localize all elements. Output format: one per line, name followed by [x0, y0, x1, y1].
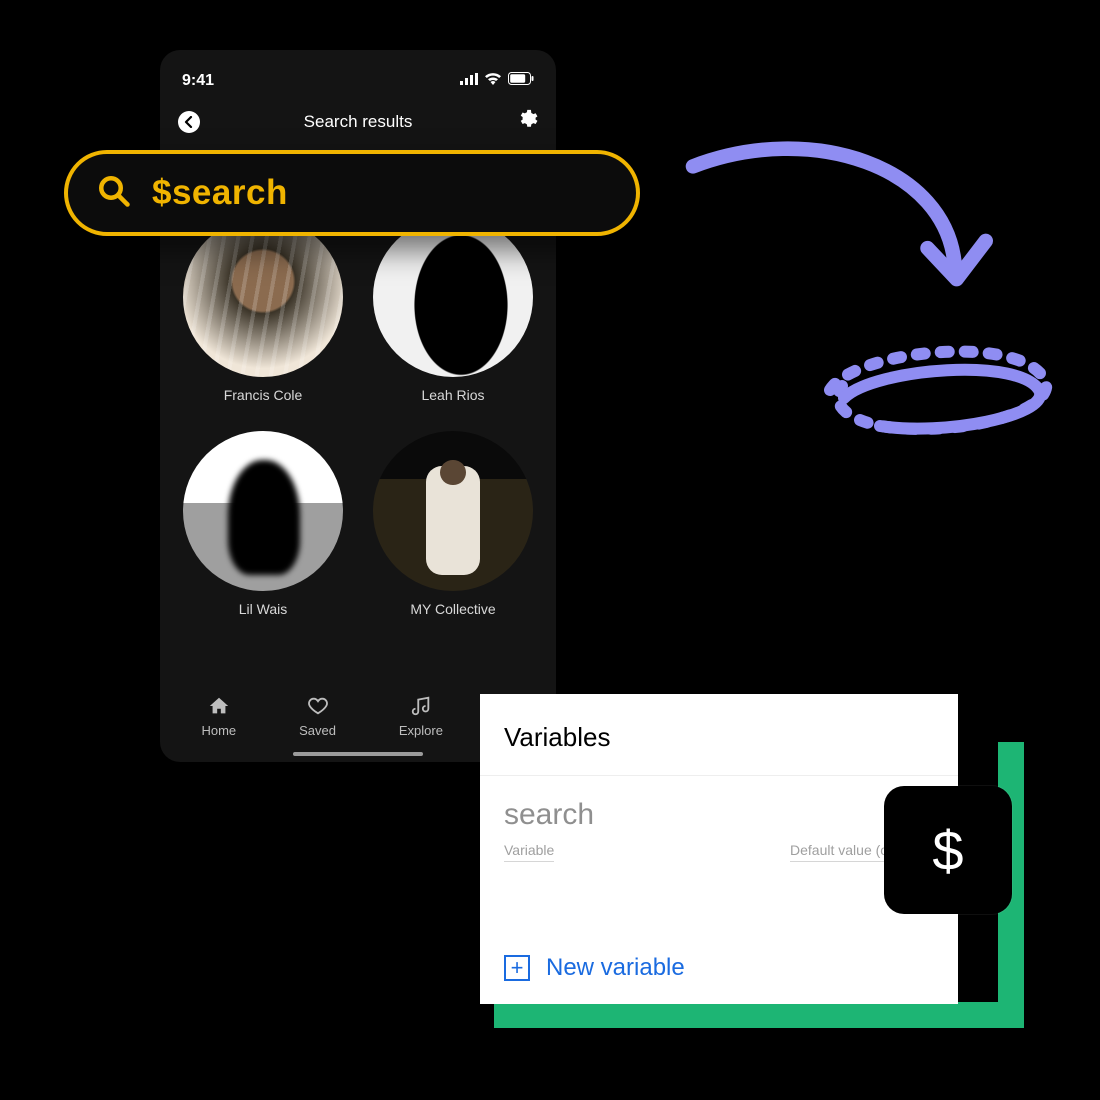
avatar — [373, 217, 533, 377]
artist-name: MY Collective — [410, 601, 495, 617]
tab-label: Explore — [399, 723, 443, 738]
dollar-icon: $ — [932, 818, 963, 883]
tab-home[interactable]: Home — [201, 695, 236, 738]
search-value: $search — [152, 173, 288, 213]
music-icon — [410, 695, 432, 717]
battery-icon — [508, 72, 534, 90]
new-variable-button[interactable]: + New variable — [504, 954, 934, 982]
variable-name-input[interactable]: search — [504, 798, 934, 832]
dollar-tile: $ — [884, 786, 1012, 914]
settings-button[interactable] — [516, 108, 538, 135]
variable-columns: Variable Default value (optional) — [504, 842, 934, 862]
artist-name: Lil Wais — [239, 601, 288, 617]
tab-saved[interactable]: Saved — [299, 695, 336, 738]
new-variable-label: New variable — [546, 954, 685, 982]
heart-icon — [307, 695, 329, 717]
phone-header: Search results — [160, 94, 556, 145]
scribble-annotation — [824, 338, 1054, 448]
tab-label: Saved — [299, 723, 336, 738]
gear-icon — [516, 108, 538, 130]
cellular-icon — [460, 72, 478, 90]
avatar — [373, 431, 533, 591]
page-title: Search results — [304, 112, 413, 132]
artist-card[interactable]: Leah Rios — [370, 217, 536, 403]
artist-name: Leah Rios — [421, 387, 484, 403]
tab-label: Home — [201, 723, 236, 738]
divider — [480, 775, 958, 776]
tab-explore[interactable]: Explore — [399, 695, 443, 738]
wifi-icon — [484, 72, 502, 90]
artist-card[interactable]: MY Collective — [370, 431, 536, 617]
back-button[interactable] — [178, 111, 200, 133]
artist-card[interactable]: Francis Cole — [180, 217, 346, 403]
search-field[interactable]: $search — [64, 150, 640, 236]
artist-name: Francis Cole — [224, 387, 303, 403]
panel-title: Variables — [504, 722, 934, 753]
home-indicator — [293, 752, 423, 756]
status-time: 9:41 — [182, 72, 214, 90]
avatar — [183, 217, 343, 377]
column-variable: Variable — [504, 842, 554, 862]
search-icon — [96, 173, 132, 214]
chevron-left-icon — [183, 116, 195, 128]
arrow-annotation — [668, 130, 1018, 330]
home-icon — [208, 695, 230, 717]
plus-icon: + — [504, 955, 530, 981]
status-bar: 9:41 — [160, 62, 556, 94]
results-grid: Francis Cole Leah Rios Lil Wais MY Colle… — [160, 217, 556, 617]
status-indicators — [460, 72, 534, 90]
avatar — [183, 431, 343, 591]
artist-card[interactable]: Lil Wais — [180, 431, 346, 617]
